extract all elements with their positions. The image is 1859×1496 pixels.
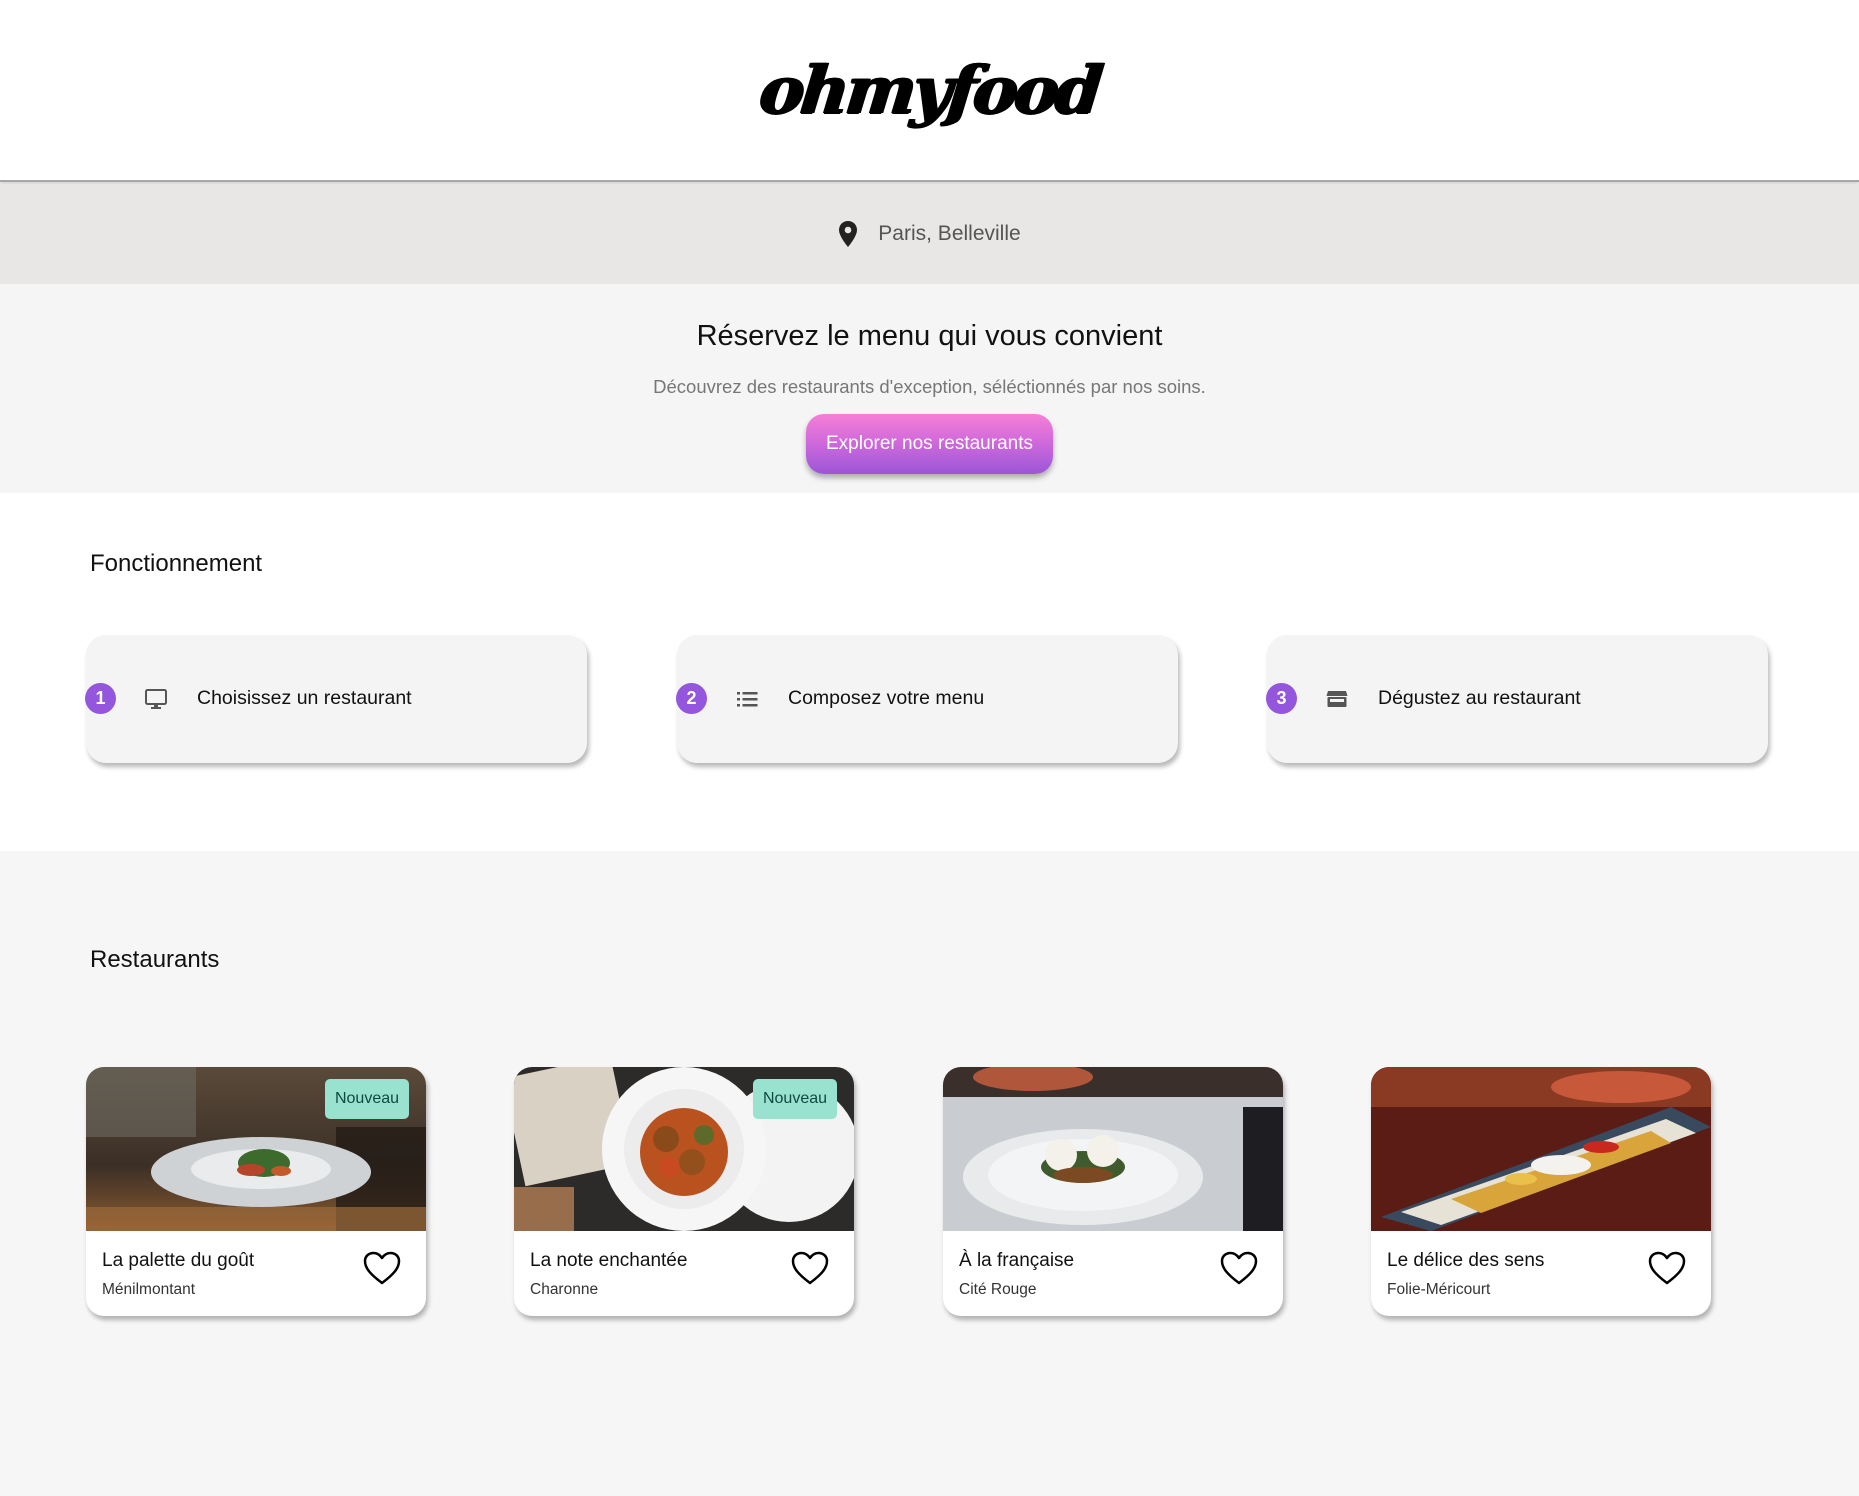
restaurant-district: Cité Rouge (959, 1281, 1037, 1298)
step-label: Composez votre menu (788, 687, 985, 709)
location-pin-icon (839, 221, 858, 247)
restaurant-card[interactable]: Nouveau La palette du goût Ménilmontant (86, 1067, 426, 1316)
step-card: 3 Dégustez au restaurant (1266, 635, 1768, 763)
new-badge: Nouveau (325, 1079, 409, 1119)
step-card: 1 Choisissez un restaurant (85, 635, 587, 763)
step-label: Dégustez au restaurant (1378, 687, 1581, 709)
hero-title: Réservez le menu qui vous convient (696, 320, 1163, 352)
how-it-works-section: Fonctionnement 1 Choisissez un restauran… (0, 493, 1859, 851)
step-number: 2 (676, 683, 707, 714)
restaurant-name: La note enchantée (530, 1250, 688, 1271)
new-badge: Nouveau (753, 1079, 837, 1119)
location-text: Paris, Belleville (878, 222, 1021, 245)
step-number: 1 (85, 683, 116, 714)
step-number: 3 (1266, 683, 1297, 714)
heart-outline-icon[interactable] (1647, 1250, 1687, 1286)
restaurant-photo (1371, 1067, 1711, 1231)
site-header: ohmyfood (0, 0, 1859, 182)
restaurant-district: Charonne (530, 1281, 599, 1298)
list-icon (737, 692, 758, 707)
location-bar: Paris, Belleville (0, 184, 1859, 284)
restaurant-district: Ménilmontant (102, 1281, 196, 1298)
restaurant-name: À la française (959, 1250, 1075, 1271)
how-section-title: Fonctionnement (90, 550, 263, 577)
restaurant-card[interactable]: À la française Cité Rouge (943, 1067, 1283, 1316)
logo[interactable]: ohmyfood (756, 51, 1103, 129)
restaurant-district: Folie-Méricourt (1387, 1281, 1491, 1298)
restaurants-section: Restaurants Nouveau La palette du goût M… (0, 851, 1859, 1496)
restaurant-name: Le délice des sens (1387, 1250, 1545, 1271)
restaurant-name: La palette du goût (102, 1250, 255, 1271)
storefront-icon (1326, 691, 1348, 707)
monitor-icon (145, 689, 167, 709)
restaurant-photo (943, 1067, 1283, 1231)
explore-restaurants-button[interactable]: Explorer nos restaurants (806, 414, 1053, 474)
heart-outline-icon[interactable] (790, 1250, 830, 1286)
step-label: Choisissez un restaurant (197, 687, 412, 709)
hero: Réservez le menu qui vous convient Décou… (0, 284, 1859, 493)
restaurants-section-title: Restaurants (90, 946, 220, 973)
restaurant-card[interactable]: Nouveau La note enchantée Charonne (514, 1067, 854, 1316)
heart-outline-icon[interactable] (362, 1250, 402, 1286)
hero-subtitle: Découvrez des restaurants d'exception, s… (653, 376, 1206, 397)
heart-outline-icon[interactable] (1219, 1250, 1259, 1286)
step-card: 2 Composez votre menu (676, 635, 1178, 763)
restaurant-card[interactable]: Le délice des sens Folie-Méricourt (1371, 1067, 1711, 1316)
page: ohmyfood Paris, Belleville Réservez le m… (0, 0, 1859, 1496)
